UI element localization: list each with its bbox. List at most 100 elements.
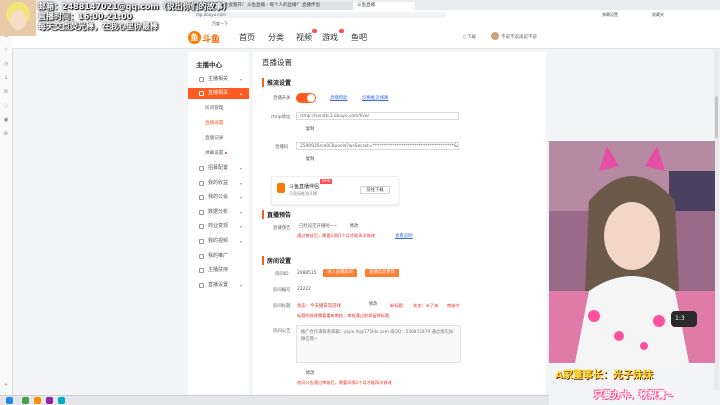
nav-home[interactable]: 首页: [239, 32, 255, 43]
sidebar-item-anchor[interactable]: 主播相关 ▾: [188, 74, 249, 85]
live-switch[interactable]: [296, 93, 316, 103]
room-no-label: 房间编号: [273, 288, 291, 293]
mail-icon[interactable]: ✉: [3, 89, 9, 95]
sidebar-subitem-label: 弹幕设置: [205, 151, 224, 156]
download-label: 下载: [466, 35, 476, 40]
sidebar-subitem-settings[interactable]: 直播设置: [205, 120, 223, 126]
download-companion-button[interactable]: 前往下载: [360, 186, 390, 194]
copy-rtmp-button[interactable]: 复制: [298, 126, 322, 134]
sidebar-item-live[interactable]: 直播相关 ▴: [188, 88, 249, 99]
chevron-down-icon: ▾: [240, 77, 243, 82]
sidebar-item-promo[interactable]: 我的推广: [188, 251, 249, 262]
sidebar-subitem-record[interactable]: 直播记录: [205, 135, 223, 141]
user-icon: [199, 77, 204, 82]
wallet-icon: [199, 181, 204, 186]
announcement-label: 房间公告: [273, 329, 291, 334]
title-warning: 标题的修改需要重新审核，审核通过前保留原标题: [297, 313, 390, 318]
chat-icon[interactable]: ◌: [3, 103, 9, 109]
help-link[interactable]: 直播帮助: [330, 95, 348, 101]
url-input[interactable]: mp.douyu.com: [192, 12, 446, 18]
nav-game[interactable]: 游戏: [322, 32, 338, 43]
enter-room-button[interactable]: 进入直播房间: [323, 269, 357, 277]
browser-tab[interactable]: 直播伴侣: [298, 2, 358, 10]
nav-fishbar[interactable]: 鱼吧: [351, 32, 367, 43]
notice-edit-button[interactable]: 修改: [344, 223, 364, 231]
app-icon[interactable]: [34, 397, 41, 404]
sidebar-item-label: 直播设置: [208, 282, 229, 288]
app-icon[interactable]: [22, 397, 29, 404]
sidebar-item-income[interactable]: 我的收益 ▾: [188, 178, 249, 189]
bookmark-link[interactable]: 弹幕设置: [602, 12, 618, 18]
room-title-value: 状态：今天播日常游戏: [297, 304, 341, 309]
chevron-down-icon: ▾: [240, 210, 243, 215]
main-panel: 直播设置 推流设置 直播开关 直播帮助 切换推流线路 rtmp地址 rtmp:/…: [253, 52, 546, 404]
room-id-label: 房间ID: [275, 272, 289, 277]
sidebar-item-business[interactable]: 商业变现 ▾: [188, 221, 249, 232]
sidebar-item-label: 我的公会: [208, 194, 229, 200]
add-icon[interactable]: +: [3, 382, 9, 388]
code-label: 直播码: [275, 145, 289, 150]
nav-category[interactable]: 分类: [268, 32, 284, 43]
settings-icon[interactable]: ⚙: [3, 131, 9, 137]
chevron-down-icon: ▾: [240, 166, 243, 171]
sidebar-item-label: 主播扶持: [208, 267, 229, 273]
announcement-warning: 房间公告通过审核后，需要间隔1个月才能再次修改: [297, 380, 392, 385]
avatar[interactable]: [491, 32, 499, 40]
caption-line2: 只要办卡，秋梨膏~: [594, 391, 674, 401]
announcement-textarea[interactable]: 推广合作请联系邮箱：yujie.lh@175lds.com 或QQ：536872…: [296, 325, 461, 363]
notice-help-link[interactable]: 查看说明: [395, 233, 413, 239]
history-icon[interactable]: ◷: [3, 61, 9, 67]
section-notice: 直播预告: [262, 210, 291, 219]
sidebar-subitem-danmu[interactable]: 弹幕设置: [205, 150, 228, 156]
room-title-edit-button[interactable]: 修改: [363, 301, 383, 309]
switch-line-link[interactable]: 切换推流线路: [362, 95, 388, 101]
webcam-illustration: [549, 141, 715, 363]
companion-card[interactable]: 斗鱼直播伴侣 可直接推流开播 NEW 前往下载: [271, 176, 399, 205]
notice-warning: 通过审核后，需要间隔1个月才能再次修改: [297, 233, 376, 238]
rtmp-field[interactable]: rtmp://sendtc3.douyu.com/live/: [296, 112, 459, 120]
hot-badge: [339, 29, 344, 33]
browser-tab[interactable]: 斗鱼直播 - 每个人的直播平台: [243, 2, 303, 10]
sidebar-item-label: 主播相关: [208, 76, 229, 82]
sidebar-item-video[interactable]: 我的视频 ▾: [188, 236, 249, 247]
browser-tab-active[interactable]: 斗鱼直播: [353, 2, 415, 10]
sidebar-item-support[interactable]: 主播扶持: [188, 265, 249, 276]
douyu-logo[interactable]: 鱼 斗鱼: [188, 30, 222, 45]
copy-code-button[interactable]: 复制: [298, 156, 322, 164]
chevron-down-icon: ▾: [240, 224, 243, 229]
sidebar-subitem-room[interactable]: 房间管理: [205, 105, 223, 111]
scrollbar-thumb[interactable]: [715, 96, 718, 138]
page-title: 直播设置: [262, 58, 292, 67]
nav-video[interactable]: 视频: [296, 32, 312, 43]
sidebar-title: 主播中心: [196, 61, 222, 69]
app-icon[interactable]: [46, 397, 53, 404]
download-icon[interactable]: ↓: [3, 75, 9, 81]
sidebar-item-guild[interactable]: 我的公会 ▾: [188, 192, 249, 203]
bookmark-link[interactable]: 收藏夹: [652, 12, 664, 18]
sidebar-item-label: 我的推广: [208, 253, 229, 259]
sidebar-item-data[interactable]: 数据分析 ▾: [188, 207, 249, 218]
room-no-value: 22222: [297, 287, 311, 292]
room-badge: 1:3: [675, 315, 685, 322]
sidebar-item-label: 我的视频: [208, 238, 229, 244]
download-link[interactable]: ▯ 下载: [463, 34, 476, 40]
username[interactable]: 不说不说再说不说: [501, 34, 537, 40]
sidebar-item-label: 数据分析: [208, 209, 229, 215]
sidebar-item-label: 商业变现: [208, 223, 229, 229]
update-info-button[interactable]: 直播信息更新: [365, 269, 399, 277]
webcam-feed: 1:3: [549, 141, 715, 363]
browser-side-rail: ⌂ ☆ ◷ ↓ ✉ ◌ ▣ ⚙ +: [0, 27, 13, 404]
new-badge: [312, 29, 317, 33]
new-title: 新标题：: [390, 303, 407, 308]
star-icon[interactable]: ☆: [3, 47, 9, 53]
chevron-down-icon: ▾: [240, 239, 243, 244]
chevron-up-icon: ▴: [240, 91, 243, 96]
app-icon[interactable]: [58, 397, 65, 404]
start-icon[interactable]: [6, 397, 13, 404]
announcement-edit-button[interactable]: 修改: [298, 370, 322, 378]
game-icon[interactable]: ▣: [3, 117, 9, 123]
sidebar-item-recruit[interactable]: 招募配置 ▾: [188, 163, 249, 174]
section-room: 房间设置: [262, 256, 291, 265]
stream-code-field[interactable]: 2590935rce0i3lpoold?wsSecret=***********…: [296, 142, 459, 150]
sidebar-item-livesettings[interactable]: 直播设置 ▾: [188, 280, 249, 291]
